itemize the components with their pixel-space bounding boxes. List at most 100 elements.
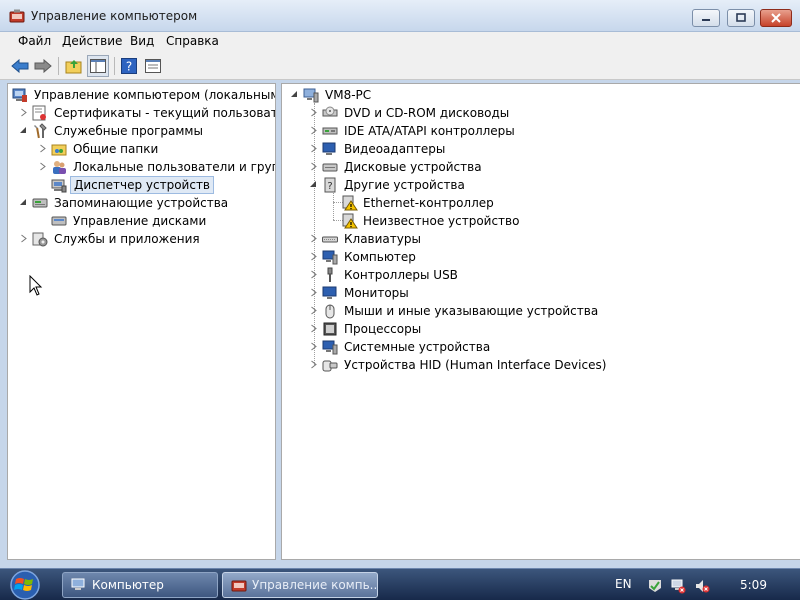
expand-arrow-icon[interactable] <box>309 144 318 153</box>
restore-icon <box>736 13 746 22</box>
back-button[interactable] <box>9 55 31 77</box>
expand-arrow-icon[interactable] <box>309 306 318 315</box>
up-one-level-button[interactable] <box>63 55 85 77</box>
taskbar-button-computer-management[interactable]: Управление компь... <box>222 572 378 598</box>
tree-item-label: Запоминающие устройства <box>54 196 229 210</box>
tree-item-system-tools[interactable]: Служебные программы <box>8 122 275 140</box>
collapse-arrow-icon[interactable] <box>19 126 28 135</box>
expand-arrow-icon[interactable] <box>309 234 318 243</box>
taskbar-button-label: Компьютер <box>92 578 164 592</box>
device-category-ide[interactable]: IDE ATA/ATAPI контроллеры <box>282 122 800 140</box>
device-category-processors[interactable]: Процессоры <box>282 320 800 338</box>
collapse-arrow-icon[interactable] <box>290 90 299 99</box>
device-category-label: Дисковые устройства <box>344 160 482 174</box>
usb-icon <box>327 267 333 282</box>
properties-icon <box>145 59 161 73</box>
expand-arrow-icon[interactable] <box>19 108 28 117</box>
taskbar-button-computer[interactable]: Компьютер <box>62 572 218 598</box>
device-category-monitors[interactable]: Мониторы <box>282 284 800 302</box>
tree-item-device-manager[interactable]: Диспетчер устройств <box>8 176 275 194</box>
tree-root-label: Управление компьютером (локальным) <box>34 88 276 102</box>
dvd-drive-icon <box>322 106 338 117</box>
menu-view[interactable]: Вид <box>128 34 156 48</box>
clock[interactable]: 5:09 <box>740 578 767 592</box>
disk-drive-icon <box>322 163 338 172</box>
device-category-mice[interactable]: Мыши и иные указывающие устройства <box>282 302 800 320</box>
network-icon[interactable] <box>670 578 686 594</box>
properties-button[interactable] <box>142 55 164 77</box>
expand-arrow-icon[interactable] <box>309 288 318 297</box>
device-unknown[interactable]: Неизвестное устройство <box>282 212 800 230</box>
tree-item-label: Локальные пользователи и группы <box>73 160 276 174</box>
menu-help[interactable]: Справка <box>164 34 221 48</box>
volume-muted-icon[interactable] <box>694 578 710 594</box>
device-category-label: Процессоры <box>344 322 422 336</box>
expand-arrow-icon[interactable] <box>309 126 318 135</box>
start-button-icon[interactable] <box>2 569 48 600</box>
device-category-label: Системные устройства <box>344 340 491 354</box>
device-category-usb[interactable]: Контроллеры USB <box>282 266 800 284</box>
language-indicator[interactable]: EN <box>615 577 632 591</box>
forward-button[interactable] <box>32 55 54 77</box>
expand-arrow-icon[interactable] <box>19 234 28 243</box>
toolbar-separator <box>114 57 115 75</box>
tree-item-label: Службы и приложения <box>54 232 200 246</box>
device-label: Ethernet-контроллер <box>363 196 494 210</box>
show-hide-tree-button[interactable] <box>87 55 109 77</box>
collapse-arrow-icon[interactable] <box>309 180 318 189</box>
expand-arrow-icon[interactable] <box>309 324 318 333</box>
help-button[interactable]: ? <box>118 55 140 77</box>
services-icon <box>32 232 48 247</box>
device-category-video[interactable]: Видеоадаптеры <box>282 140 800 158</box>
tree-item-certificates[interactable]: Сертификаты - текущий пользователь <box>8 104 275 122</box>
device-category-other[interactable]: ? Другие устройства <box>282 176 800 194</box>
disk-management-icon <box>51 216 67 226</box>
tree-item-local-users-groups[interactable]: Локальные пользователи и группы <box>8 158 276 176</box>
tree-item-storage[interactable]: Запоминающие устройства <box>8 194 275 212</box>
tree-item-services-apps[interactable]: Службы и приложения <box>8 230 275 248</box>
device-category-keyboards[interactable]: Клавиатуры <box>282 230 800 248</box>
tree-item-disk-management[interactable]: Управление дисками <box>8 212 275 230</box>
tree-item-shared-folders[interactable]: Общие папки <box>8 140 275 158</box>
title-bar[interactable]: Управление компьютером <box>0 0 800 32</box>
expand-arrow-icon[interactable] <box>309 270 318 279</box>
action-center-icon[interactable] <box>647 578 663 594</box>
up-folder-icon <box>65 60 82 74</box>
device-tree-root[interactable]: VM8-PC <box>282 86 800 104</box>
menu-action[interactable]: Действие <box>60 34 124 48</box>
close-button[interactable] <box>760 9 792 27</box>
computer-management-icon <box>12 88 27 102</box>
forward-arrow-icon <box>34 59 52 73</box>
menu-file[interactable]: Файл <box>16 34 53 48</box>
svg-text:?: ? <box>327 181 332 192</box>
expand-arrow-icon[interactable] <box>309 360 318 369</box>
maximize-button[interactable] <box>727 9 755 27</box>
collapse-arrow-icon[interactable] <box>19 198 28 207</box>
expand-arrow-icon[interactable] <box>38 162 47 171</box>
device-category-dvd[interactable]: DVD и CD-ROM дисководы <box>282 104 800 122</box>
device-category-disk-drives[interactable]: Дисковые устройства <box>282 158 800 176</box>
tree-item-label: Управление дисками <box>73 214 207 228</box>
expand-arrow-icon[interactable] <box>309 342 318 351</box>
expand-arrow-icon[interactable] <box>38 144 47 153</box>
device-ethernet-controller[interactable]: Ethernet-контроллер <box>282 194 800 212</box>
minimize-button[interactable] <box>692 9 720 27</box>
toolbar-separator <box>58 57 59 75</box>
device-category-label: Контроллеры USB <box>344 268 458 282</box>
device-category-label: DVD и CD-ROM дисководы <box>344 106 510 120</box>
computer-icon <box>322 250 338 265</box>
expand-arrow-icon[interactable] <box>309 252 318 261</box>
device-tree-pane[interactable]: VM8-PC DVD и CD-ROM дисководы IDE ATA/AT… <box>281 83 800 560</box>
warning-device-icon <box>342 213 358 229</box>
monitor-icon <box>322 286 337 299</box>
users-icon <box>53 161 66 174</box>
expand-arrow-icon[interactable] <box>309 162 318 171</box>
device-category-computer[interactable]: Компьютер <box>282 248 800 266</box>
device-category-system[interactable]: Системные устройства <box>282 338 800 356</box>
window-title: Управление компьютером <box>31 9 198 23</box>
tree-root-computer-management[interactable]: Управление компьютером (локальным) <box>8 86 276 104</box>
computer-icon <box>303 88 319 103</box>
device-category-hid[interactable]: Устройства HID (Human Interface Devices) <box>282 356 800 374</box>
expand-arrow-icon[interactable] <box>309 108 318 117</box>
console-tree-pane[interactable]: Управление компьютером (локальным) Серти… <box>7 83 276 560</box>
